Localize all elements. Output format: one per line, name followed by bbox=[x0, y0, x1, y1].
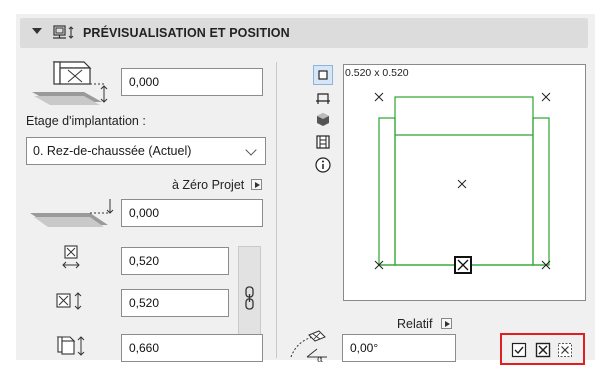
preview-position-icon bbox=[53, 25, 74, 39]
3d-view-button[interactable] bbox=[313, 110, 333, 130]
section-view-icon bbox=[316, 93, 330, 104]
preview-drawing bbox=[374, 92, 551, 274]
rotation-angle-icon: α bbox=[290, 330, 327, 363]
section-view-button[interactable] bbox=[313, 88, 333, 108]
panel-header[interactable]: PRÉVISUALISATION ET POSITION bbox=[20, 18, 588, 48]
x-box-dashed-icon[interactable] bbox=[557, 342, 573, 358]
relative-popup-button[interactable] bbox=[441, 318, 452, 329]
relative-label: Relatif bbox=[397, 317, 433, 331]
collapse-triangle-icon[interactable] bbox=[32, 28, 42, 34]
info-icon bbox=[315, 157, 331, 173]
elevation-view-button[interactable] bbox=[313, 132, 333, 152]
preview-canvas[interactable]: 0.520 x 0.520 bbox=[343, 64, 586, 301]
width-icon bbox=[62, 245, 80, 269]
chain-link-icon bbox=[245, 286, 254, 310]
panel-title: PRÉVISUALISATION ET POSITION bbox=[83, 26, 290, 40]
3d-view-icon bbox=[317, 113, 329, 126]
highlight-box bbox=[500, 333, 585, 365]
column-divider bbox=[276, 62, 277, 358]
height-field[interactable]: 0,660 bbox=[121, 334, 263, 362]
plan-view-button[interactable] bbox=[313, 65, 333, 85]
reference-popup-button[interactable] bbox=[251, 179, 262, 190]
x-box-filled-icon[interactable] bbox=[535, 342, 551, 358]
reference-level-icon bbox=[30, 199, 114, 227]
depth-icon bbox=[56, 292, 82, 310]
story-select[interactable]: 0. Rez-de-chaussée (Actuel) bbox=[26, 137, 266, 165]
svg-text:α: α bbox=[317, 355, 323, 363]
story-select-value: 0. Rez-de-chaussée (Actuel) bbox=[33, 144, 192, 158]
chevron-down-icon bbox=[245, 144, 257, 156]
object-elevation-icon bbox=[32, 61, 108, 105]
story-label: Etage d'implantation : bbox=[26, 114, 146, 128]
elevation-field[interactable]: 0,000 bbox=[121, 68, 263, 96]
plan-view-icon bbox=[318, 70, 328, 80]
reference-label: à Zéro Projet bbox=[172, 178, 245, 192]
info-button[interactable] bbox=[313, 155, 333, 175]
reference-elevation-field[interactable]: 0,000 bbox=[121, 199, 263, 227]
width-field[interactable]: 0,520 bbox=[121, 247, 229, 275]
rotation-angle-field[interactable]: 0,00° bbox=[342, 334, 456, 362]
checkbox-checked-icon[interactable] bbox=[511, 342, 527, 358]
height-icon bbox=[56, 336, 85, 356]
elevation-view-icon bbox=[316, 135, 330, 149]
depth-field[interactable]: 0,520 bbox=[121, 289, 229, 317]
